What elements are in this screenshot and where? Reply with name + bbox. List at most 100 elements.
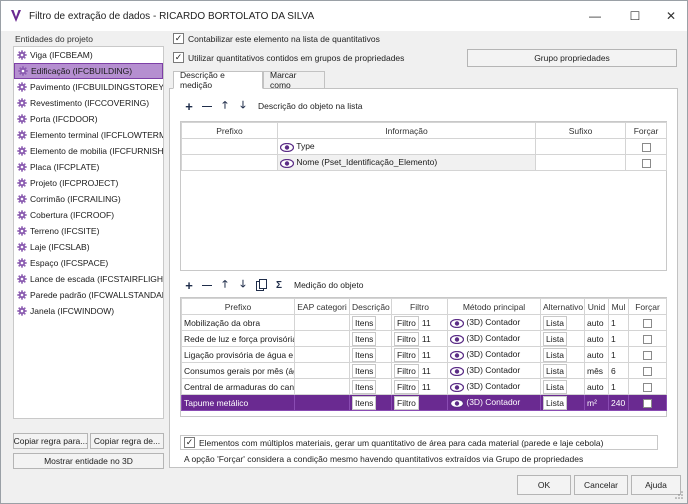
measurement-eap-cell[interactable]	[294, 314, 350, 331]
entity-item[interactable]: Elemento terminal (IFCFLOWTERMIN	[14, 127, 163, 143]
count-element-option[interactable]: ✓ Contabilizar este elemento na lista de…	[173, 33, 380, 44]
measurement-force-cell[interactable]	[628, 378, 667, 395]
description-suffix-cell[interactable]	[535, 154, 626, 171]
eye-icon[interactable]	[449, 349, 465, 360]
measurement-row-selected[interactable]: Tapume metálico Itens Filtro (3D) Contador…	[181, 394, 667, 411]
add-measurement-button[interactable]: +	[180, 278, 198, 293]
measurement-description-cell[interactable]: Itens	[349, 378, 392, 395]
entity-item[interactable]: Laje (IFCSLAB)	[14, 239, 163, 255]
measurement-alternative-cell[interactable]: Lista	[540, 314, 585, 331]
maximize-button[interactable]: ☐	[615, 1, 655, 31]
measurement-unit-cell[interactable]: auto	[584, 378, 609, 395]
cancel-button[interactable]: Cancelar	[574, 475, 628, 495]
measurement-unit-cell[interactable]: auto	[584, 346, 609, 363]
description-header-suffix[interactable]: Sufixo	[535, 122, 626, 139]
measurement-header-description[interactable]: Descrição	[349, 298, 392, 315]
force-checkbox[interactable]	[643, 366, 652, 376]
close-button[interactable]: ✕	[651, 1, 688, 31]
measurement-eap-cell[interactable]	[294, 362, 350, 379]
add-description-button[interactable]: +	[180, 99, 198, 114]
force-checkbox[interactable]	[643, 350, 652, 360]
description-header-prefix[interactable]: Prefixo	[181, 122, 278, 139]
entity-item[interactable]: Corrimão (IFCRAILING)	[14, 191, 163, 207]
measurement-row[interactable]: Central de armaduras do cante Itens Filtro…	[181, 378, 667, 395]
entity-item[interactable]: Lance de escada (IFCSTAIRFLIGHT)	[14, 271, 163, 287]
eye-icon[interactable]	[279, 157, 295, 168]
filter-button[interactable]: Filtro	[394, 363, 419, 378]
tab-mark-as[interactable]: Marcar como	[263, 70, 325, 90]
entity-item[interactable]: Parede padrão (IFCWALLSTANDARD	[14, 287, 163, 303]
multi-material-option[interactable]: ✓ Elementos com múltiplos materiais, ger…	[180, 435, 658, 450]
ok-button[interactable]: OK	[517, 475, 571, 495]
multi-material-checkbox[interactable]: ✓	[184, 437, 195, 448]
move-down-measurement-button[interactable]: 🡓	[234, 278, 252, 292]
eye-icon[interactable]	[449, 317, 465, 328]
sum-measurement-button[interactable]: Σ	[270, 278, 288, 292]
measurement-row[interactable]: Rede de luz e força provisória: Itens Filt…	[181, 330, 667, 347]
move-up-measurement-button[interactable]: 🡑	[216, 278, 234, 292]
measurement-filter-cell[interactable]: Filtro	[391, 394, 448, 411]
description-row[interactable]: Nome (Pset_Identificação_Elemento)	[181, 154, 667, 171]
measurement-method-cell[interactable]: (3D) Contador	[447, 330, 541, 347]
tab-description-measurement[interactable]: Descrição e medição	[173, 70, 263, 90]
measurement-header-eap[interactable]: EAP categori	[294, 298, 350, 315]
entity-item[interactable]: Elemento de mobilia (IFCFURNISHIN	[14, 143, 163, 159]
eye-icon[interactable]	[449, 381, 465, 392]
move-up-description-button[interactable]: 🡑	[216, 99, 234, 113]
measurement-unit-cell[interactable]: mês	[584, 362, 609, 379]
measurement-force-cell[interactable]	[628, 394, 667, 411]
entity-item[interactable]: Placa (IFCPLATE)	[14, 159, 163, 175]
measurement-prefix-cell[interactable]: Central de armaduras do cante	[181, 378, 295, 395]
measurement-prefix-cell[interactable]: Rede de luz e força provisória:	[181, 330, 295, 347]
remove-measurement-button[interactable]: —	[198, 278, 216, 292]
force-checkbox[interactable]	[641, 142, 651, 152]
measurement-row[interactable]: Ligação provisória de água e e Itens Filtr…	[181, 346, 667, 363]
description-info-cell[interactable]: Type	[277, 138, 536, 155]
filter-button[interactable]: Filtro	[394, 331, 419, 346]
measurement-row[interactable]: Consumos gerais por mês (águ Itens Filtro 1…	[181, 362, 667, 379]
entity-item[interactable]: Revestimento (IFCCOVERING)	[14, 95, 163, 111]
help-button[interactable]: Ajuda	[631, 475, 681, 495]
measurement-filter-cell[interactable]: Filtro 11	[391, 362, 448, 379]
show-entity-3d-button[interactable]: Mostrar entidade no 3D	[13, 453, 164, 469]
entity-item[interactable]: Porta (IFCDOOR)	[14, 111, 163, 127]
eye-icon[interactable]	[449, 333, 465, 344]
measurement-mul-cell[interactable]: 1	[608, 346, 629, 363]
force-checkbox[interactable]	[641, 158, 651, 168]
measurement-header-filter[interactable]: Filtro	[391, 298, 448, 315]
measurement-method-cell[interactable]: (3D) Contador	[447, 394, 541, 411]
entity-item[interactable]: Espaço (IFCSPACE)	[14, 255, 163, 271]
measurement-eap-cell[interactable]	[294, 330, 350, 347]
measurement-force-cell[interactable]	[628, 330, 667, 347]
force-checkbox[interactable]	[643, 382, 652, 392]
entity-item[interactable]: Pavimento (IFCBUILDINGSTOREY)	[14, 79, 163, 95]
measurement-description-cell[interactable]: Itens	[349, 330, 392, 347]
measurement-description-cell[interactable]: Itens	[349, 346, 392, 363]
eye-icon[interactable]	[279, 141, 295, 152]
force-checkbox[interactable]	[643, 318, 652, 328]
entity-item[interactable]: Janela (IFCWINDOW)	[14, 303, 163, 319]
measurement-eap-cell[interactable]	[294, 394, 350, 411]
filter-button[interactable]: Filtro	[394, 395, 419, 410]
entity-item[interactable]: Terreno (IFCSITE)	[14, 223, 163, 239]
measurement-force-cell[interactable]	[628, 362, 667, 379]
measurement-mul-cell[interactable]: 1	[608, 330, 629, 347]
use-property-groups-option[interactable]: ✓ Utilizar quantitativos contidos em gru…	[173, 52, 404, 63]
measurement-filter-cell[interactable]: Filtro 11	[391, 346, 448, 363]
filter-button[interactable]: Filtro	[394, 379, 419, 394]
filter-button[interactable]: Filtro	[394, 315, 419, 330]
measurement-description-cell[interactable]: Itens	[349, 314, 392, 331]
force-checkbox[interactable]	[643, 398, 652, 408]
entity-item[interactable]: Cobertura (IFCROOF)	[14, 207, 163, 223]
entity-item[interactable]: Edificação (IFCBUILDING)	[14, 63, 163, 79]
measurement-alternative-cell[interactable]: Lista	[540, 330, 585, 347]
measurement-unit-cell[interactable]: m²	[584, 394, 609, 411]
measurement-method-cell[interactable]: (3D) Contador	[447, 378, 541, 395]
property-group-button[interactable]: Grupo propriedades	[467, 49, 677, 67]
description-force-cell[interactable]	[625, 154, 667, 171]
measurement-header-prefix[interactable]: Prefixo	[181, 298, 295, 315]
entity-list[interactable]: Viga (IFCBEAM) Edificação (IFCBUILDING) Pa…	[13, 46, 164, 419]
description-row[interactable]: Type	[181, 138, 667, 155]
description-info-cell[interactable]: Nome (Pset_Identificação_Elemento)	[277, 154, 536, 171]
measurement-header-method[interactable]: Método principal	[447, 298, 541, 315]
